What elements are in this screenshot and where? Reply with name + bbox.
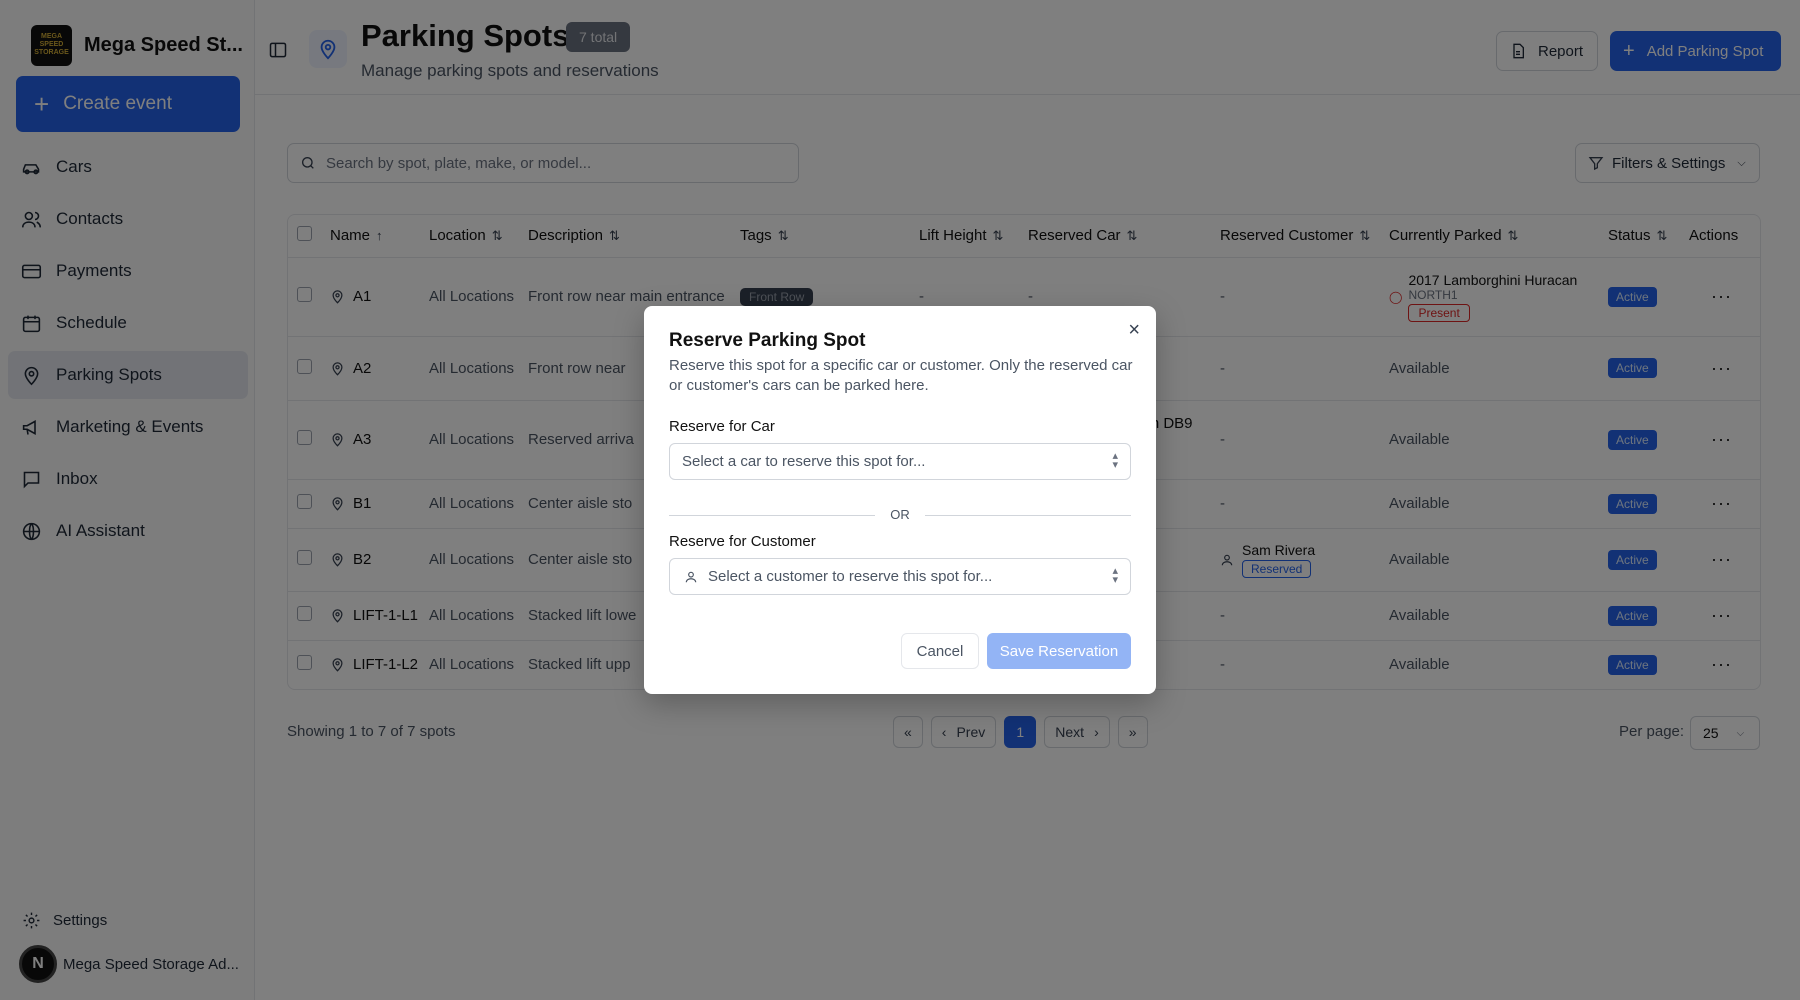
customer-select[interactable]: Select a customer to reserve this spot f…: [669, 558, 1131, 595]
dialog-title: Reserve Parking Spot: [669, 330, 866, 351]
reserve-spot-dialog: × Reserve Parking Spot Reserve this spot…: [644, 306, 1156, 694]
chevron-updown-icon: ▴ ▾: [1112, 450, 1118, 471]
or-divider: OR: [669, 505, 1131, 525]
customer-select-placeholder: Select a customer to reserve this spot f…: [708, 568, 993, 585]
chevron-updown-icon: ▴ ▾: [1112, 565, 1118, 586]
car-select[interactable]: Select a car to reserve this spot for...…: [669, 443, 1131, 480]
car-select-placeholder: Select a car to reserve this spot for...: [682, 453, 926, 470]
car-select-label: Reserve for Car: [669, 418, 775, 435]
cancel-button[interactable]: Cancel: [901, 633, 979, 669]
save-reservation-button[interactable]: Save Reservation: [987, 633, 1131, 669]
dialog-description: Reserve this spot for a specific car or …: [669, 357, 1133, 394]
customer-select-label: Reserve for Customer: [669, 533, 816, 550]
user-icon: [685, 571, 697, 582]
close-icon[interactable]: ×: [1128, 320, 1140, 340]
